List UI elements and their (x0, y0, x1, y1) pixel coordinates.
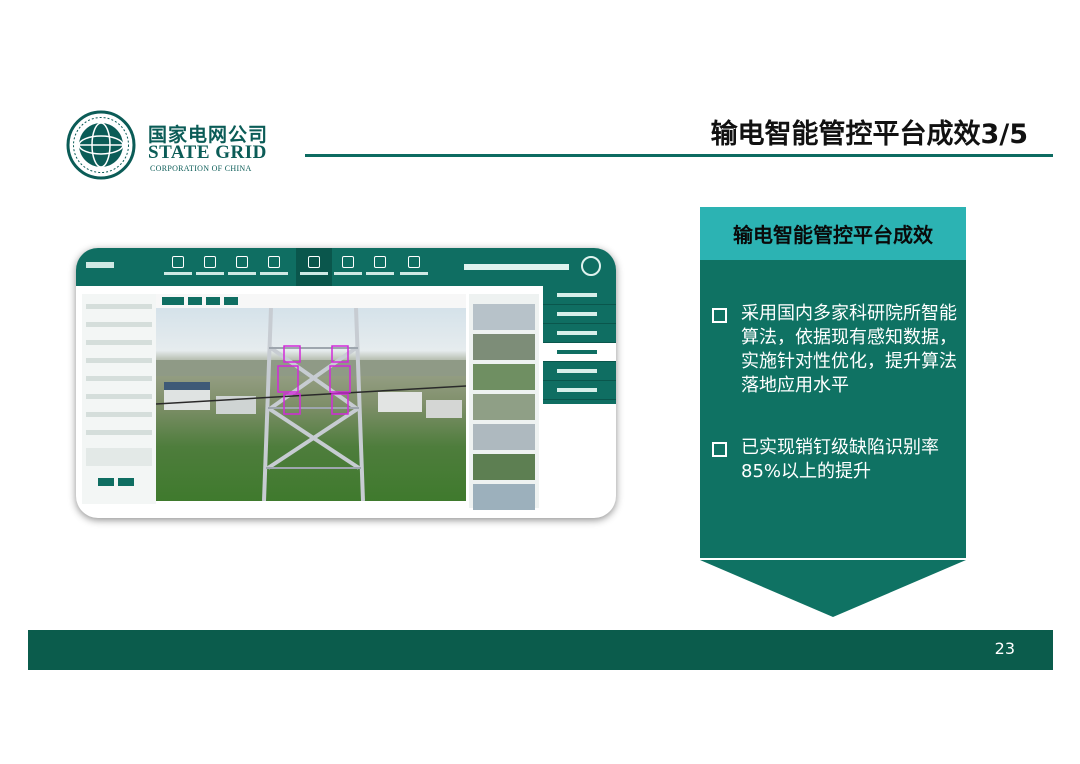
transmission-tower-photo (156, 308, 466, 501)
state-grid-logo-emblem (66, 110, 136, 180)
screenshot-exit-label (86, 262, 114, 268)
hollow-square-icon (712, 442, 727, 457)
platform-screenshot (76, 248, 616, 518)
screenshot-nav-item (228, 256, 256, 282)
screenshot-nav-item (334, 256, 362, 282)
screenshot-nav-item (196, 256, 224, 282)
screenshot-photo-toolbar (156, 294, 466, 308)
slide-title: 输电智能管控平台成效3/5 (710, 119, 1028, 150)
panel-body: 采用国内多家科研院所智能算法，依据现有感知数据，实施针对性优化，提升算法落地应用… (700, 260, 966, 558)
hollow-square-icon (712, 308, 727, 323)
bullet-text: 已实现销钉级缺陷识别率85%以上的提升 (741, 437, 939, 482)
screenshot-top-nav (76, 248, 616, 286)
footer-bar: 23 (28, 630, 1053, 670)
screenshot-filter-form (82, 294, 156, 504)
panel-header: 输电智能管控平台成效 (700, 207, 966, 260)
screenshot-platform-name (464, 264, 569, 270)
logo-company-subtitle: CORPORATION OF CHINA (150, 164, 252, 173)
bullet-item: 已实现销钉级缺陷识别率85%以上的提升 (712, 436, 958, 484)
bullet-text: 采用国内多家科研院所智能算法，依据现有感知数据，实施针对性优化，提升算法落地应用… (741, 303, 957, 396)
screenshot-side-nav (543, 286, 616, 404)
screenshot-nav-item (260, 256, 288, 282)
title-underline (305, 154, 1053, 157)
bullet-item: 采用国内多家科研院所智能算法，依据现有感知数据，实施针对性优化，提升算法落地应用… (712, 302, 958, 398)
down-arrow-icon (700, 560, 966, 617)
logo-company-name-en: STATE GRID (148, 142, 267, 163)
screenshot-nav-item (300, 256, 328, 282)
panel-header-text: 输电智能管控平台成效 (733, 223, 933, 247)
screenshot-nav-item (366, 256, 394, 282)
screenshot-thumbnail-list (469, 294, 539, 510)
screenshot-nav-item (164, 256, 192, 282)
page-number: 23 (994, 639, 1015, 658)
screenshot-logo-icon (581, 256, 601, 276)
screenshot-nav-item (400, 256, 428, 282)
